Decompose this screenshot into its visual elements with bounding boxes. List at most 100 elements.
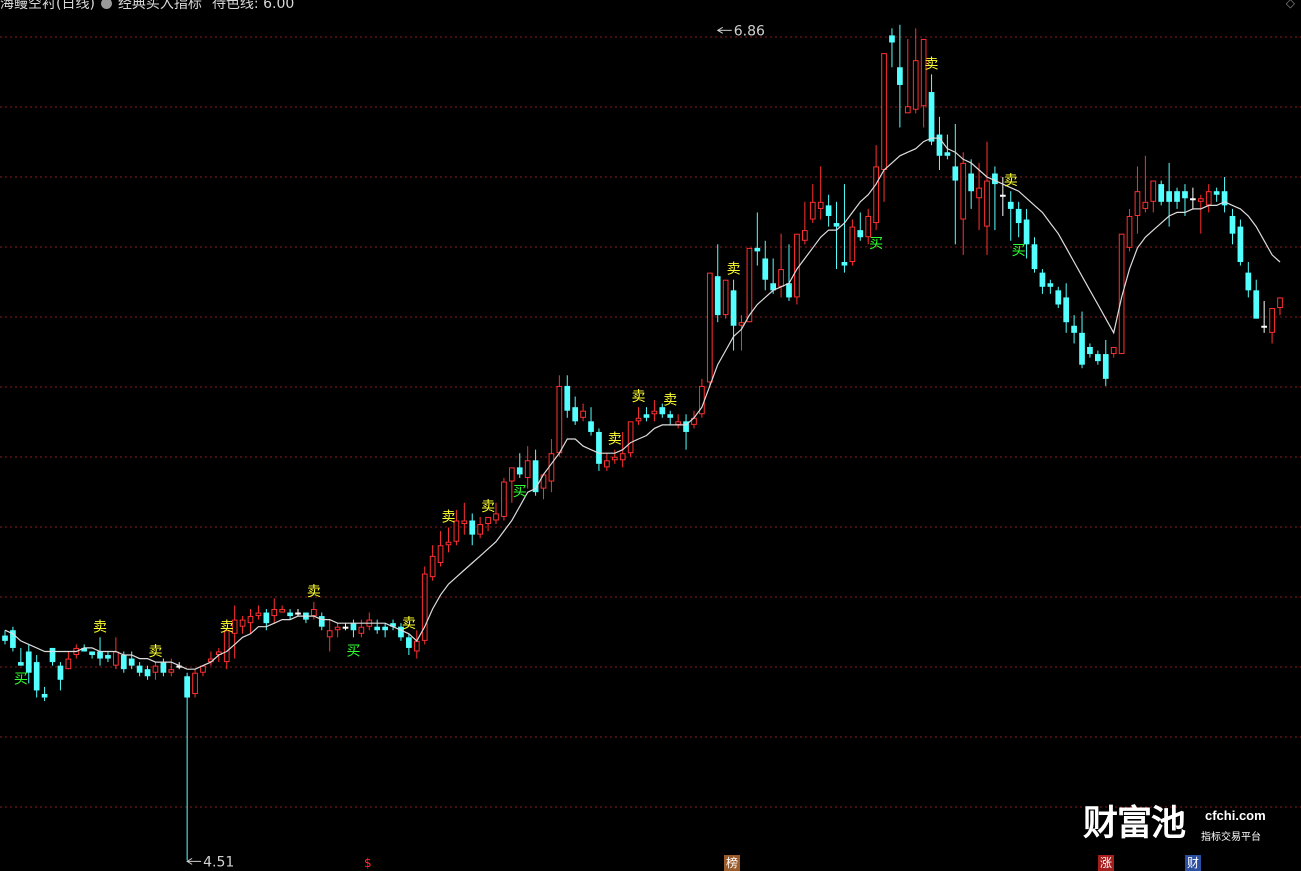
candle-body — [556, 385, 563, 454]
chevron-up-icon[interactable]: ◇ — [1286, 0, 1295, 10]
sell-signal: 卖 — [925, 56, 939, 72]
finance-badge[interactable]: 财 — [1185, 855, 1202, 871]
candle-body — [1213, 191, 1220, 195]
candle-body — [406, 637, 412, 648]
candle-body — [627, 421, 634, 454]
candle-body — [1190, 198, 1196, 201]
candle-body — [841, 262, 848, 266]
candle-body — [968, 173, 974, 192]
candle-body — [25, 651, 32, 673]
dollar-badge[interactable]: $ — [362, 855, 374, 871]
candle-body — [128, 658, 135, 666]
candle-body — [287, 612, 293, 617]
candle-body — [1110, 346, 1117, 355]
candle-body — [223, 630, 230, 663]
candle-body — [113, 651, 119, 666]
candle-body — [263, 612, 270, 624]
candle-body — [1237, 226, 1244, 263]
candle-body — [49, 647, 56, 663]
stock-title: 海鳗空衬(日线) — [0, 0, 95, 12]
low-price-label: 4.51 — [203, 854, 234, 870]
candle-body — [334, 626, 341, 631]
candle-body — [247, 616, 254, 624]
candle-body — [897, 67, 903, 85]
candle-body — [801, 230, 808, 241]
candlestick-chart[interactable]: 买卖卖卖卖买卖卖卖买卖卖 卖卖买卖卖买6.864.51 — [0, 0, 1301, 871]
candle-body — [168, 669, 175, 673]
candle-body — [105, 655, 111, 659]
candle-body — [413, 640, 420, 652]
candle-body — [1023, 219, 1030, 245]
sell-signal: 卖 — [441, 510, 455, 526]
indicator-name: 经典买入指标 — [117, 0, 202, 12]
candle-body — [1047, 283, 1054, 287]
candle-body — [548, 453, 555, 482]
candle-body — [786, 283, 792, 298]
candle-body — [928, 92, 935, 142]
sell-signal: 卖 — [663, 393, 677, 409]
candle-body — [184, 676, 190, 698]
sell-signal: 卖 — [727, 262, 741, 278]
candle-body — [429, 555, 436, 578]
candle-body — [144, 669, 151, 677]
candle-body — [857, 230, 864, 238]
candle-body — [1150, 180, 1157, 202]
buy-signal: 买 — [346, 643, 360, 659]
candle-body — [960, 162, 967, 220]
candle-body — [1174, 191, 1180, 202]
candle-body — [1166, 191, 1172, 202]
candle-body — [976, 187, 982, 199]
indicator-settings-icon[interactable] — [100, 0, 112, 9]
candle-body — [730, 290, 737, 326]
candle-body — [17, 662, 24, 666]
candle-body — [326, 630, 333, 638]
candle-body — [89, 651, 95, 656]
candle-body — [714, 276, 721, 316]
candle-body — [1158, 184, 1165, 202]
candle-body — [1031, 244, 1038, 270]
candle-body — [255, 612, 262, 617]
candle-body — [596, 431, 602, 464]
candle-body — [944, 152, 951, 156]
sell-signal: 卖 — [148, 644, 162, 660]
candle-body — [1229, 215, 1236, 234]
candle-body — [152, 665, 159, 673]
buy-signal: 买 — [869, 236, 883, 252]
watermark-subtitle: 指标交易平台 — [1201, 832, 1261, 843]
candle-body — [572, 407, 579, 422]
candle-body — [952, 166, 959, 181]
candle-body — [311, 608, 317, 617]
candle-body — [833, 223, 840, 227]
candle-body — [160, 662, 167, 673]
sell-signal: 卖 — [93, 619, 107, 635]
candle-body — [999, 194, 1006, 197]
candle-body — [532, 460, 539, 493]
candle-body — [849, 226, 856, 263]
candle-body — [912, 60, 919, 110]
candle-body — [279, 608, 286, 613]
candle-body — [1182, 191, 1188, 199]
candle-body — [1277, 297, 1283, 309]
indicator-param: 待色线: 6.00 — [211, 0, 295, 12]
candle-body — [136, 665, 143, 673]
candle-body — [2, 635, 8, 641]
candle-body — [200, 665, 206, 673]
candle-body — [604, 460, 610, 468]
high-price-label: 6.86 — [734, 23, 765, 39]
candle-body — [588, 421, 594, 432]
candle-body — [41, 693, 48, 698]
limit-up-badge[interactable]: 涨 — [1098, 855, 1115, 871]
candle-body — [437, 545, 444, 563]
ranking-badge[interactable]: 榜 — [724, 855, 741, 871]
candle-body — [501, 481, 507, 517]
candle-body — [1134, 191, 1141, 216]
candle-body — [873, 166, 879, 224]
candle-body — [1071, 325, 1077, 333]
candle-body — [619, 453, 626, 461]
candle-body — [477, 524, 484, 535]
candle-body — [651, 410, 658, 415]
candle-body — [667, 414, 674, 418]
candle-body — [461, 520, 468, 525]
candle-body — [1055, 290, 1062, 305]
candle-body — [342, 626, 349, 629]
